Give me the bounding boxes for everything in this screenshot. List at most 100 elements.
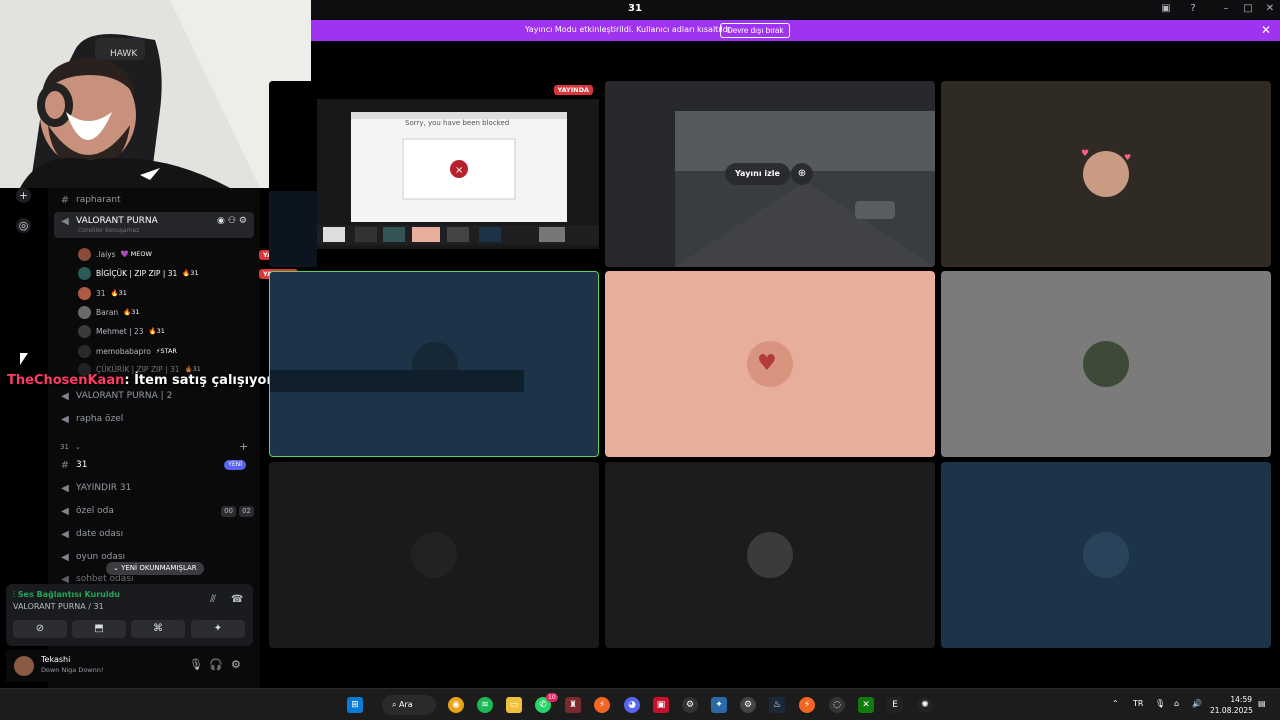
soundboard-button[interactable]: ✦ — [191, 620, 245, 638]
help-icon[interactable]: ? — [1185, 2, 1201, 16]
tray-chevron-icon[interactable]: ⌃ — [1112, 699, 1119, 708]
epic-games-icon[interactable]: E — [887, 697, 903, 713]
blocked-title: Sorry, you have been blocked — [405, 119, 509, 127]
headphones-icon[interactable]: 🎧 — [209, 658, 223, 671]
settings-icon[interactable]: ⚙ — [740, 697, 756, 713]
file-explorer-icon[interactable]: ▭ — [506, 697, 522, 713]
windows-start-icon[interactable]: ⊞ — [347, 697, 363, 713]
channel-controls[interactable]: ◉⚇⚙ — [217, 216, 250, 226]
participant-tile[interactable] — [941, 462, 1271, 648]
voice-member[interactable]: Mehmet | 23 🔥31 — [78, 324, 165, 338]
heart-icon: ♥ — [1081, 149, 1090, 159]
clock[interactable]: 14:59 21.08.2025 — [1210, 694, 1253, 716]
maximize-icon[interactable]: □ — [1240, 2, 1256, 16]
channel-yayindir-31[interactable]: ◀ YAYINDIR 31 — [60, 479, 131, 497]
banner-close-icon[interactable]: ✕ — [1261, 23, 1271, 37]
chevron-down-icon: ⌄ — [74, 443, 81, 451]
discover-icon[interactable]: ◎ — [16, 218, 31, 233]
network-icon[interactable]: ⌂ — [1174, 699, 1179, 708]
discord-icon[interactable]: ◕ — [624, 697, 640, 713]
svg-text:HAWK: HAWK — [110, 49, 138, 59]
speaker-icon: ◀ — [61, 413, 69, 425]
voice-member[interactable]: BİGİÇÜK | ZIP ZIP | 31 🔥31 — [78, 266, 199, 280]
participant-tile[interactable] — [269, 462, 599, 648]
noise-suppression-icon[interactable]: ⫻ — [210, 594, 216, 605]
disable-streamer-mode-button[interactable]: Devre dışı bırak — [720, 23, 791, 38]
channel-rapha-ozel[interactable]: ◀ rapha özel — [60, 410, 123, 428]
avatar — [78, 266, 91, 280]
participant-tile-speaking[interactable] — [269, 271, 599, 457]
channel-31[interactable]: # 31 — [60, 456, 88, 474]
category-31[interactable]: 31 ⌄ — [60, 438, 81, 456]
xbox-icon[interactable]: ✕ — [858, 697, 874, 713]
channel-ozel-oda[interactable]: ◀ özel oda — [60, 502, 114, 520]
inbox-icon[interactable]: ▣ — [1158, 2, 1174, 16]
add-server-icon[interactable]: + — [16, 188, 31, 203]
avatar — [78, 247, 91, 261]
window-title: 31 — [628, 3, 642, 14]
camera-off-button[interactable]: ⊘ — [13, 620, 67, 638]
overlay-message: : İtem satış çalışıyor — [124, 373, 273, 388]
screen-share-button[interactable]: ⬒ — [72, 620, 126, 638]
add-stream-icon[interactable]: ⊕ — [791, 163, 813, 185]
steam-icon[interactable]: ⚙ — [682, 697, 698, 713]
participant-tile[interactable] — [605, 462, 935, 648]
minimize-icon[interactable]: – — [1218, 2, 1234, 16]
screen-share-preview: × Sorry, you have been blocked — [269, 81, 599, 267]
voice-member[interactable]: .laiys 💜 MEOW — [78, 247, 152, 261]
avatar — [1083, 532, 1129, 578]
activity-button[interactable]: ⌘ — [131, 620, 185, 638]
app-icon[interactable]: ▣ — [653, 697, 669, 713]
speaker-icon: ◀ — [61, 505, 69, 517]
chrome-icon[interactable]: ◉ — [448, 697, 464, 713]
app-icon[interactable]: ✦ — [711, 697, 727, 713]
member-tag: 🔥31 — [110, 289, 127, 297]
app-icon[interactable]: ◌ — [829, 697, 845, 713]
avatar[interactable] — [14, 656, 34, 676]
close-window-icon[interactable]: ✕ — [1262, 2, 1278, 16]
streamer-mode-banner: Yayıncı Modu etkinleştirildi. Kullanıcı … — [311, 20, 1280, 41]
participant-tile[interactable] — [941, 271, 1271, 457]
user-count: 00 — [221, 506, 236, 517]
app-icon[interactable]: ⚡ — [799, 697, 815, 713]
volume-icon[interactable]: 🔊 — [1192, 699, 1202, 708]
heart-icon: ♥ — [1124, 153, 1132, 162]
steam-icon[interactable]: ♨ — [769, 697, 785, 713]
voice-member[interactable]: Baran 🔥31 — [78, 305, 140, 319]
member-tag: 🔥31 — [148, 327, 165, 335]
voice-status: ⫶ Ses Bağlantısı Kuruldu — [13, 590, 120, 600]
channel-valorant-purna[interactable]: ◀ VALORANT PURNA cizreliler konuşamaz ◉⚇… — [54, 212, 254, 238]
participant-tile[interactable]: ♥ ♥ — [941, 81, 1271, 267]
disconnect-icon[interactable]: ☎ — [231, 594, 243, 605]
app-icon[interactable]: ♜ — [565, 697, 581, 713]
stream-tile-city[interactable]: Yayını izle ⊕ — [605, 81, 935, 267]
app-icon[interactable]: ⚡ — [594, 697, 610, 713]
avatar — [78, 344, 91, 358]
text-channel-icon: # — [60, 459, 70, 471]
windows-taskbar: ⊞ ⌕ Ara ◉ ≋ ▭ ✆ 10 ♜ ⚡ ◕ ▣ ⚙ ✦ ⚙ ♨ ⚡ ◌ ✕… — [0, 688, 1280, 720]
channel-date-odasi[interactable]: ◀ date odası — [60, 525, 123, 543]
microphone-icon[interactable]: 🎙 — [1155, 699, 1165, 708]
new-unreads-button[interactable]: ⌄ YENİ OKUNMAMIŞLAR — [106, 562, 204, 575]
settings-gear-icon[interactable]: ⚙ — [231, 658, 241, 671]
speaker-icon: ◀ — [61, 528, 69, 540]
notification-icon[interactable]: ▤ — [1258, 699, 1266, 708]
search-icon: ⌕ — [392, 700, 400, 709]
member-tag: 🔥31 — [123, 308, 140, 316]
channel-label: rapha özel — [76, 414, 124, 424]
channel-rapharant[interactable]: # rapharant — [60, 191, 121, 209]
voice-member[interactable]: 31 🔥31 — [78, 286, 127, 300]
voice-member[interactable]: memobabapro ⚡STAR — [78, 344, 177, 358]
avatar — [78, 286, 91, 300]
add-channel-icon[interactable]: + — [239, 440, 248, 453]
microphone-icon[interactable]: 🎙 — [189, 658, 203, 671]
channel-valorant-purna-2[interactable]: ◀ VALORANT PURNA | 2 — [60, 387, 172, 405]
chatgpt-icon[interactable]: ✺ — [917, 697, 933, 713]
stream-tile-screen[interactable]: × Sorry, you have been blocked YAYINDA — [269, 81, 599, 267]
spotify-icon[interactable]: ≋ — [477, 697, 493, 713]
language-icon[interactable]: TR — [1133, 699, 1143, 708]
channel-label: VALORANT PURNA — [76, 216, 158, 226]
participant-tile[interactable]: ♥ — [605, 271, 935, 457]
taskbar-search[interactable]: ⌕ Ara — [382, 695, 436, 715]
watch-stream-button[interactable]: Yayını izle — [725, 163, 790, 185]
